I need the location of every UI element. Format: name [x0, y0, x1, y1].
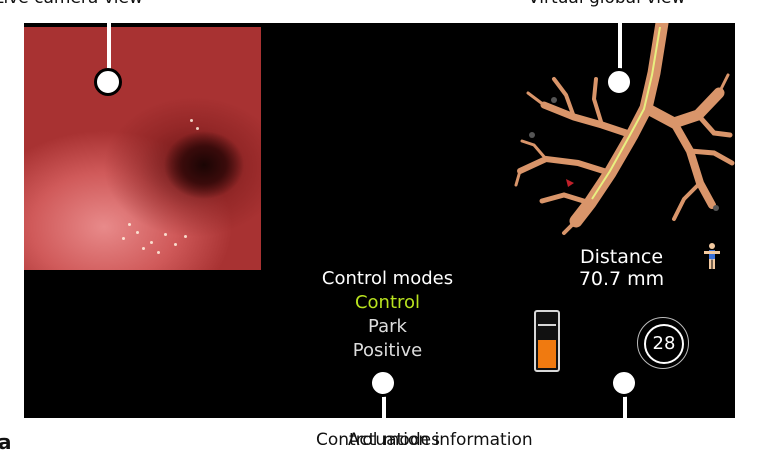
live-camera-caption: Live camera view — [0, 0, 143, 8]
global-view-pin-line — [618, 12, 622, 72]
mode-control[interactable]: Control — [290, 291, 485, 315]
live-camera-view — [24, 27, 261, 270]
patient-orientation-icon — [704, 243, 720, 269]
live-camera-pin — [94, 68, 122, 96]
live-camera-pin-line — [107, 12, 111, 72]
global-view-pin — [605, 68, 633, 96]
actuation-pin — [610, 369, 638, 397]
gauge-fill — [538, 340, 556, 368]
actuation-counter-value: 28 — [644, 324, 684, 364]
actuation-level-gauge — [534, 310, 560, 372]
actuation-caption: Actuation information — [348, 430, 533, 450]
distance-label: Distance — [579, 246, 664, 268]
control-modes-title: Control modes — [321, 268, 454, 289]
control-modes-pin — [369, 369, 397, 397]
control-modes-panel: Control modes Control Park Positive — [290, 267, 485, 363]
mode-positive[interactable]: Positive — [290, 339, 485, 363]
virtual-lung-tree — [514, 23, 735, 235]
distance-value: 70.7 mm — [578, 268, 665, 290]
actuation-counter-badge: 28 — [637, 317, 689, 369]
virtual-global-caption: Virtual global view — [528, 0, 685, 8]
panel-letter: a — [0, 430, 12, 454]
mode-park[interactable]: Park — [290, 315, 485, 339]
distance-readout: Distance 70.7 mm — [554, 246, 689, 290]
gauge-tick — [538, 324, 556, 326]
